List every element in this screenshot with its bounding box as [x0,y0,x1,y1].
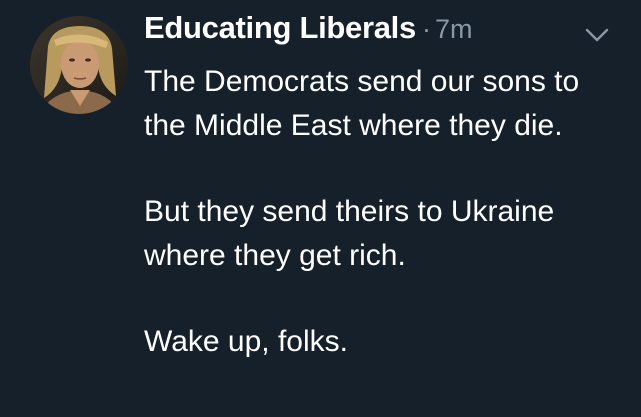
timestamp[interactable]: 7m [435,14,473,45]
tweet-header: Educating Liberals · 7m [144,10,472,60]
tweet-paragraph-1: The Democrats send our sons to the Middl… [144,65,580,142]
chevron-down-icon[interactable] [584,26,610,44]
avatar-image [30,16,128,114]
avatar[interactable] [30,16,128,114]
display-name[interactable]: Educating Liberals [144,10,416,46]
separator-dot: · [421,14,431,44]
tweet-text: The Democrats send our sons to the Middl… [144,60,624,406]
tweet[interactable]: Educating Liberals · 7m The Democrats se… [0,0,641,417]
tweet-paragraph-3: Wake up, folks. [144,325,348,358]
tweet-paragraph-2: But they send theirs to Ukraine where th… [144,195,555,272]
